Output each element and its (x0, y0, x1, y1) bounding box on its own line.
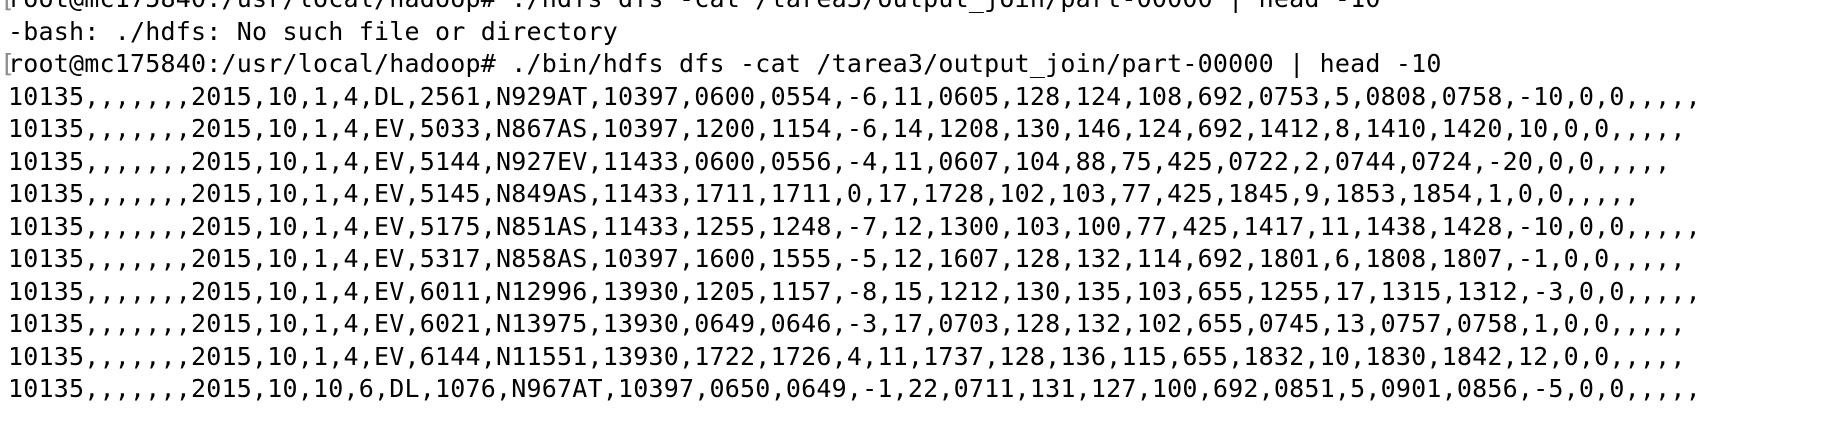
terminal-line-text: 10135,,,,,,,2015,10,1,4,EV,5033,N867AS,1… (8, 114, 1686, 143)
terminal-line-output: 10135,,,,,,,2015,10,1,4,EV,6021,N13975,1… (8, 308, 1701, 341)
terminal-line-text: root@mc175840:/usr/local/hadoop# ./hdfs … (8, 0, 1381, 13)
terminal-line-output: 10135,,,,,,,2015,10,1,4,EV,5175,N851AS,1… (8, 211, 1701, 244)
terminal-line-output: 10135,,,,,,,2015,10,1,4,EV,6011,N12996,1… (8, 276, 1701, 309)
terminal-window[interactable]: [root@mc175840:/usr/local/hadoop# ./hdfs… (0, 0, 1842, 422)
terminal-line-command: [root@mc175840:/usr/local/hadoop# ./hdfs… (0, 0, 1701, 16)
terminal-line-output: 10135,,,,,,,2015,10,1,4,DL,2561,N929AT,1… (8, 81, 1701, 114)
terminal-line-error: -bash: ./hdfs: No such file or directory (8, 16, 1701, 49)
terminal-line-output: 10135,,,,,,,2015,10,1,4,EV,6144,N11551,1… (8, 341, 1701, 374)
terminal-line-text: -bash: ./hdfs: No such file or directory (8, 16, 619, 46)
terminal-line-command: [root@mc175840:/usr/local/hadoop# ./bin/… (0, 48, 1701, 81)
terminal-line-text: 10135,,,,,,,2015,10,1,4,EV,5144,N927EV,1… (8, 146, 1671, 176)
terminal-line-text: 10135,,,,,,,2015,10,1,4,EV,5175,N851AS,1… (8, 211, 1701, 241)
terminal-line-text: 10135,,,,,,,2015,10,1,4,EV,5317,N858AS,1… (8, 244, 1686, 273)
line-marker: [ (0, 49, 16, 78)
terminal-line-text: root@mc175840:/usr/local/hadoop# ./bin/h… (8, 49, 1442, 78)
terminal-output: [root@mc175840:/usr/local/hadoop# ./hdfs… (0, 0, 1701, 406)
terminal-line-text: 10135,,,,,,,2015,10,1,4,DL,2561,N929AT,1… (8, 81, 1701, 111)
terminal-line-output: 10135,,,,,,,2015,10,1,4,EV,5317,N858AS,1… (8, 243, 1701, 276)
line-marker: [ (0, 0, 15, 16)
terminal-line-output: 10135,,,,,,,2015,10,1,4,EV,5144,N927EV,1… (8, 146, 1701, 179)
terminal-line-text: 10135,,,,,,,2015,10,10,6,DL,1076,N967AT,… (8, 374, 1701, 403)
terminal-line-text: 10135,,,,,,,2015,10,1,4,EV,6021,N13975,1… (8, 309, 1686, 338)
terminal-line-output: 10135,,,,,,,2015,10,10,6,DL,1076,N967AT,… (8, 373, 1701, 406)
terminal-line-text: 10135,,,,,,,2015,10,1,4,EV,6144,N11551,1… (8, 341, 1686, 371)
terminal-line-text: 10135,,,,,,,2015,10,1,4,EV,5145,N849AS,1… (8, 179, 1640, 208)
terminal-line-output: 10135,,,,,,,2015,10,1,4,EV,5033,N867AS,1… (8, 113, 1701, 146)
terminal-line-output: 10135,,,,,,,2015,10,1,4,EV,5145,N849AS,1… (8, 178, 1701, 211)
terminal-line-text: 10135,,,,,,,2015,10,1,4,EV,6011,N12996,1… (8, 276, 1701, 306)
